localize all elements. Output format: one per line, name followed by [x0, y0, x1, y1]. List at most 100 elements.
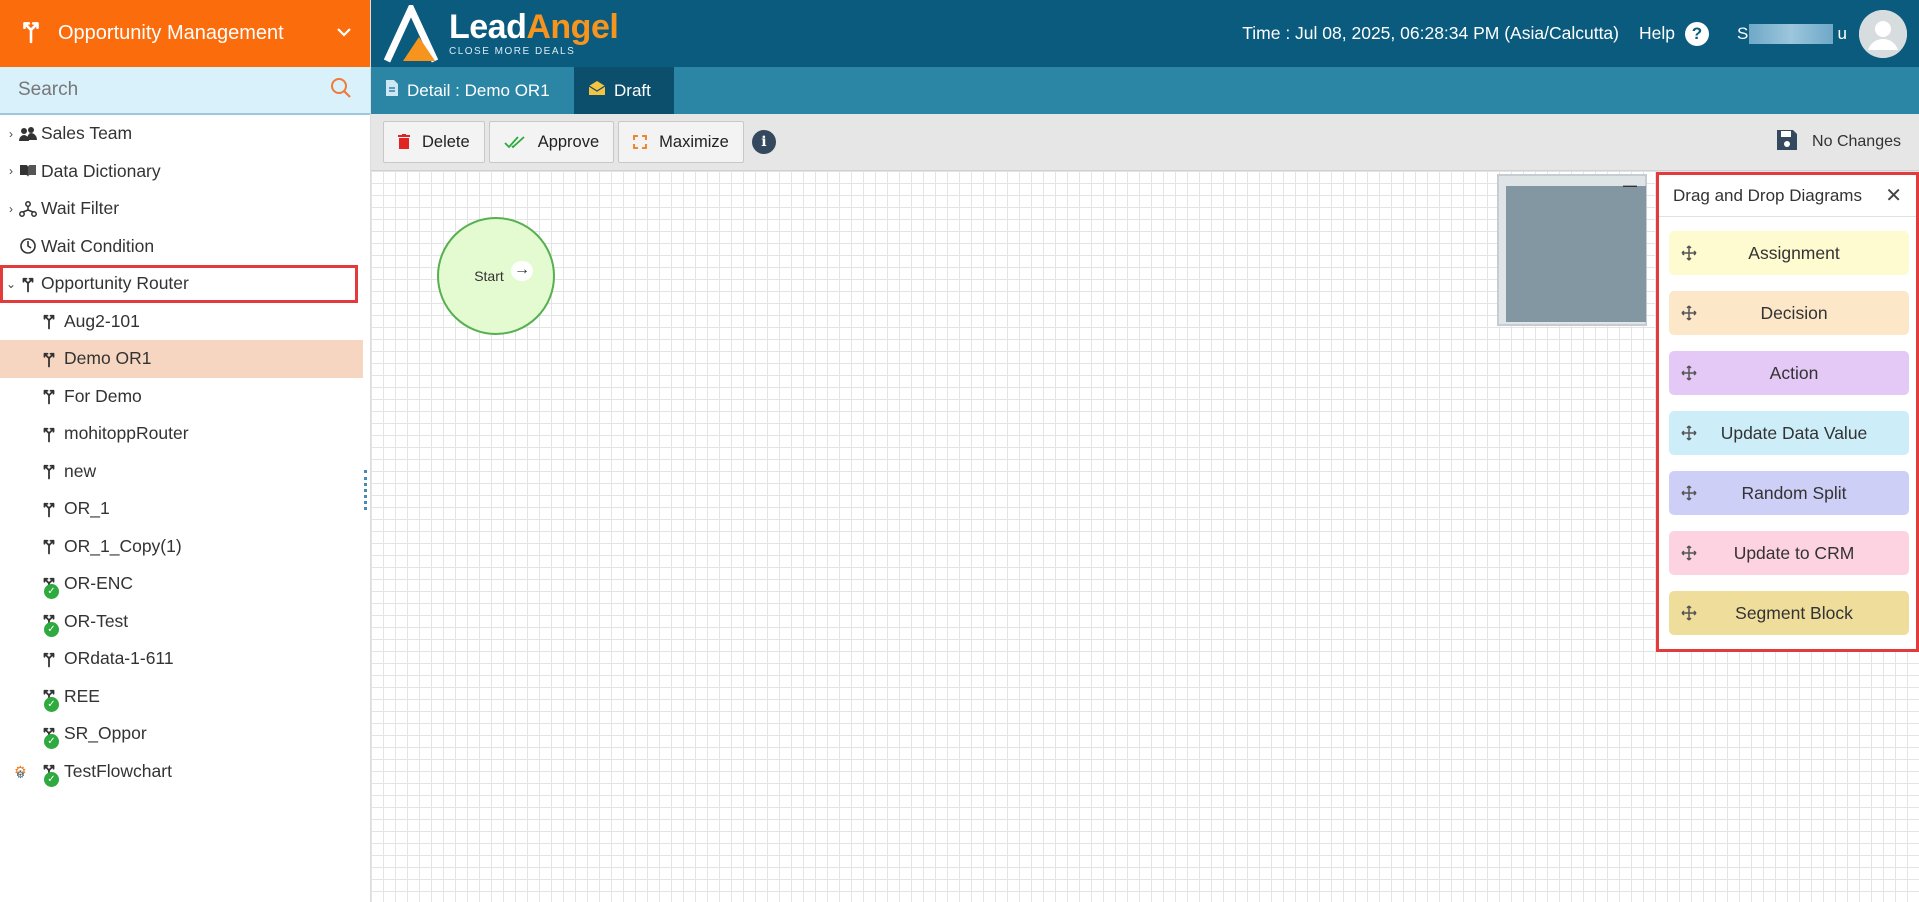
tree-item-label: For Demo [64, 385, 142, 406]
delete-button[interactable]: Delete [383, 121, 485, 163]
gear-small-icon: ⚙ [16, 769, 25, 781]
tree-item-label: OR_1 [64, 498, 110, 519]
tree-child-sr-oppor[interactable]: ✓ SR_Oppor [0, 715, 363, 753]
dnd-item-label: Update Data Value [1720, 422, 1868, 443]
tree-item-label: SR_Oppor [64, 723, 147, 744]
tree-item-opportunity-router[interactable]: ⌄ Opportunity Router [0, 265, 358, 303]
dnd-item-segment-block[interactable]: Segment Block [1669, 591, 1909, 635]
dnd-item-random-split[interactable]: Random Split [1669, 471, 1909, 515]
top-header: LeadAngel CLOSE MORE DEALS Time : Jul 08… [371, 0, 1919, 67]
help-icon[interactable]: ? [1685, 21, 1709, 46]
router-icon [18, 18, 44, 49]
approved-check-icon: ✓ [44, 734, 59, 749]
tree-item-label: OR-ENC [64, 573, 134, 594]
start-node[interactable]: Start → [437, 217, 555, 335]
move-icon [1669, 365, 1709, 381]
move-icon [1669, 245, 1709, 261]
dnd-item-label: Assignment [1748, 242, 1840, 263]
panel-splitter-handle[interactable] [364, 470, 368, 510]
router-icon [38, 387, 60, 405]
module-title: Opportunity Management [58, 22, 284, 44]
dnd-item-decision[interactable]: Decision [1669, 291, 1909, 335]
tree-item-label: TestFlowchart [64, 760, 172, 781]
approved-check-icon: ✓ [44, 696, 59, 712]
tree-item-label: Aug2-101 [64, 310, 140, 331]
tree-child-aug2-101[interactable]: Aug2-101 [0, 303, 363, 341]
search-icon[interactable] [330, 77, 352, 104]
tree-item-label: OR-Test [64, 610, 129, 631]
move-icon [1669, 485, 1709, 501]
chevron-right-icon[interactable]: › [4, 164, 18, 178]
tree-child-new[interactable]: new [0, 453, 363, 491]
timer-icon [18, 237, 38, 255]
search-input[interactable] [18, 79, 330, 101]
router-icon [38, 350, 60, 368]
document-icon [385, 79, 399, 102]
module-selector[interactable]: Opportunity Management [0, 0, 370, 67]
tree-item-sales-team[interactable]: › Sales Team [0, 115, 363, 153]
tree-item-label: ORdata-1-611 [64, 648, 174, 669]
approve-button[interactable]: Approve [488, 121, 615, 163]
approved-check-icon: ✓ [44, 771, 59, 787]
dnd-item-label: Action [1769, 362, 1819, 383]
router-icon [38, 537, 60, 555]
arrow-right-icon[interactable]: → [511, 261, 533, 281]
chevron-right-icon[interactable]: › [4, 127, 18, 141]
username[interactable]: S u [1737, 23, 1847, 44]
chevron-down-icon[interactable] [336, 25, 352, 43]
chevron-down-icon[interactable]: ⌄ [4, 277, 18, 291]
tab-draft[interactable]: Draft [574, 67, 674, 114]
tree-item-label: new [64, 460, 97, 481]
dnd-item-label: Segment Block [1735, 602, 1853, 623]
chevron-right-icon[interactable]: › [4, 202, 18, 216]
logo-triangle-icon [383, 4, 439, 62]
save-icon [1776, 129, 1798, 156]
avatar[interactable] [1859, 9, 1907, 58]
dnd-item-assignment[interactable]: Assignment [1669, 231, 1909, 275]
move-icon [1669, 305, 1709, 321]
router-icon [38, 500, 60, 518]
help-link[interactable]: Help [1639, 23, 1675, 44]
tree-child-or-1[interactable]: OR_1 [0, 490, 363, 528]
tree-item-data-dictionary[interactable]: › Data Dictionary [0, 153, 363, 191]
dnd-item-action[interactable]: Action [1669, 351, 1909, 395]
drag-drop-panel: Drag and Drop Diagrams ✕ Assignment Deci… [1656, 172, 1919, 652]
tree-child-for-demo[interactable]: For Demo [0, 378, 363, 416]
tree-item-wait-condition[interactable]: Wait Condition [0, 228, 363, 266]
tree-child-or-test[interactable]: ✓ OR-Test [0, 603, 363, 641]
clock-text: Time : Jul 08, 2025, 06:28:34 PM (Asia/C… [1242, 23, 1619, 43]
dnd-item-update-data-value[interactable]: Update Data Value [1669, 411, 1909, 455]
tree-item-wait-filter[interactable]: › Wait Filter [0, 190, 363, 228]
info-icon[interactable]: i [751, 130, 776, 154]
minimize-icon[interactable]: — [1623, 177, 1637, 193]
tree-child-or-enc[interactable]: ✓ OR-ENC [0, 565, 363, 603]
book-icon [18, 164, 38, 178]
tree-child-mohitopprouter[interactable]: mohitoppRouter [0, 415, 363, 453]
minimap-viewport[interactable] [1506, 186, 1646, 322]
tab-bar: Detail : Demo OR1 Draft [371, 67, 1919, 114]
canvas-overview-minimap[interactable]: — [1497, 174, 1647, 326]
tree-child-demo-or1[interactable]: Demo OR1 [0, 340, 363, 378]
tree-child-ordata-1-611[interactable]: ORdata-1-611 [0, 640, 363, 678]
maximize-button[interactable]: Maximize [618, 121, 744, 163]
drag-drop-header: Drag and Drop Diagrams ✕ [1659, 175, 1916, 217]
dnd-item-label: Update to CRM [1733, 542, 1855, 563]
tree-child-ree[interactable]: ✓ REE [0, 678, 363, 716]
trash-icon [398, 134, 410, 150]
tree-child-testflowchart[interactable]: ⚙ ⚙ ✓ TestFlowchart [0, 753, 363, 791]
logo-tagline: CLOSE MORE DEALS [449, 46, 576, 57]
dnd-item-update-to-crm[interactable]: Update to CRM [1669, 531, 1909, 575]
router-icon [38, 462, 60, 480]
dnd-item-label: Decision [1760, 302, 1828, 323]
tab-detail[interactable]: Detail : Demo OR1 [371, 67, 574, 114]
toolbar: Delete Approve Maximize i No Changes [371, 114, 1919, 171]
expand-icon [633, 135, 648, 149]
tree-item-label: mohitoppRouter [64, 423, 189, 444]
tab-label: Detail : Demo OR1 [407, 80, 550, 100]
double-check-icon [504, 135, 526, 149]
tree-item-label: Demo OR1 [64, 348, 152, 369]
header-right: Time : Jul 08, 2025, 06:28:34 PM (Asia/C… [1242, 9, 1907, 58]
tree-child-or-1-copy[interactable]: OR_1_Copy(1) [0, 528, 363, 566]
start-label: Start [474, 268, 504, 284]
close-icon[interactable]: ✕ [1885, 183, 1902, 208]
